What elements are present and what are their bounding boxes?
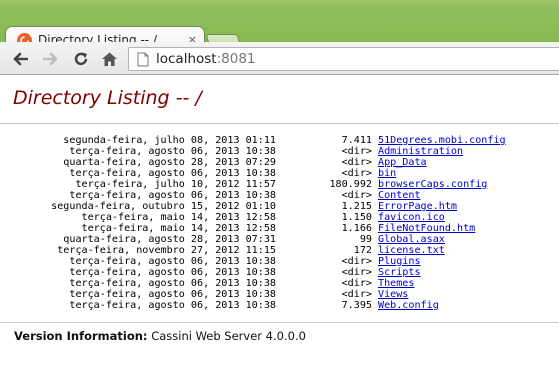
- address-bar[interactable]: localhost:8081: [128, 47, 559, 71]
- page-content: Directory Listing -- / segunda-feira, ju…: [0, 75, 559, 379]
- listing-row: quarta-feira, agosto 28, 2013 07:29 <dir>…: [14, 157, 506, 168]
- entry-link[interactable]: Scripts: [378, 267, 421, 278]
- entry-size: <dir>: [341, 267, 372, 278]
- entry-date: terça-feira, maio 14, 2013 12:58: [81, 223, 276, 234]
- listing-row: segunda-feira, outubro 15, 2012 01:10 1.2…: [14, 201, 506, 212]
- listing-row: quarta-feira, agosto 28, 2013 07:31 99 Glo…: [14, 234, 506, 245]
- listing-row: terça-feira, agosto 06, 2013 10:38 <dir> A…: [14, 146, 506, 157]
- listing-row: terça-feira, agosto 06, 2013 10:38 <dir> V…: [14, 289, 506, 300]
- window-frame: [0, 0, 559, 12]
- listing-row: terça-feira, maio 14, 2013 12:58 1.150 fav…: [14, 212, 506, 223]
- entry-size: 1.150: [341, 212, 372, 223]
- entry-date: terça-feira, agosto 06, 2013 10:38: [69, 146, 276, 157]
- entry-date: terça-feira, agosto 06, 2013 10:38: [69, 289, 276, 300]
- entry-date: terça-feira, julho 10, 2012 11:57: [75, 179, 276, 190]
- entry-size: <dir>: [341, 146, 372, 157]
- entry-link[interactable]: Web.config: [378, 300, 439, 311]
- listing-row: terça-feira, agosto 06, 2013 10:38 <dir> T…: [14, 278, 506, 289]
- entry-date: terça-feira, novembro 27, 2012 11:15: [57, 245, 276, 256]
- listing-row: terça-feira, agosto 06, 2013 10:38 7.395 W…: [14, 300, 506, 311]
- back-arrow-icon[interactable]: [11, 50, 29, 68]
- entry-size: 7.411: [341, 135, 372, 146]
- version-label: Version Information:: [14, 329, 148, 343]
- entry-size: <dir>: [341, 157, 372, 168]
- entry-size: 180.992: [329, 179, 372, 190]
- listing-row: terça-feira, agosto 06, 2013 10:38 <dir> b…: [14, 168, 506, 179]
- entry-date: quarta-feira, agosto 28, 2013 07:31: [63, 234, 276, 245]
- entry-link[interactable]: Global.asax: [378, 234, 445, 245]
- listing-row: terça-feira, agosto 06, 2013 10:38 <dir> S…: [14, 267, 506, 278]
- entry-size: 7.395: [341, 300, 372, 311]
- top-divider: [0, 123, 559, 124]
- address-url[interactable]: localhost:8081: [156, 51, 256, 67]
- listing-row: terça-feira, julho 10, 2012 11:57 180.992…: [14, 179, 506, 190]
- tab-strip: Directory Listing -- / ×: [0, 12, 559, 54]
- entry-link[interactable]: license.txt: [378, 245, 445, 256]
- version-information: Version Information: Cassini Web Server …: [14, 329, 306, 343]
- entry-link[interactable]: Administration: [378, 146, 463, 157]
- page-icon: [137, 52, 149, 71]
- reload-icon[interactable]: [72, 50, 90, 68]
- home-icon[interactable]: [100, 50, 118, 68]
- entry-link[interactable]: Themes: [378, 278, 414, 289]
- listing-row: terça-feira, agosto 06, 2013 10:38 <dir> C…: [14, 190, 506, 201]
- entry-size: 172: [353, 245, 372, 256]
- entry-size: <dir>: [341, 168, 372, 179]
- browser-toolbar: localhost:8081: [0, 42, 559, 75]
- entry-date: terça-feira, agosto 06, 2013 10:38: [69, 267, 276, 278]
- entry-size: <dir>: [341, 256, 372, 267]
- entry-link[interactable]: browserCaps.config: [378, 179, 487, 190]
- listing-row: terça-feira, agosto 06, 2013 10:38 <dir> P…: [14, 256, 506, 267]
- entry-link[interactable]: Content: [378, 190, 421, 201]
- entry-date: segunda-feira, julho 08, 2013 01:11: [63, 135, 276, 146]
- entry-link[interactable]: FileNotFound.htm: [378, 223, 475, 234]
- url-port: :8081: [216, 51, 256, 67]
- entry-date: terça-feira, agosto 06, 2013 10:38: [69, 278, 276, 289]
- entry-size: <dir>: [341, 278, 372, 289]
- entry-link[interactable]: Plugins: [378, 256, 421, 267]
- entry-date: terça-feira, agosto 06, 2013 10:38: [69, 300, 276, 311]
- entry-size: <dir>: [341, 289, 372, 300]
- entry-link[interactable]: App_Data: [378, 157, 427, 168]
- entry-size: <dir>: [341, 190, 372, 201]
- entry-size: 99: [359, 234, 372, 245]
- entry-link[interactable]: favicon.ico: [378, 212, 445, 223]
- entry-size: 1.215: [341, 201, 372, 212]
- forward-arrow-icon[interactable]: [42, 50, 60, 68]
- entry-date: terça-feira, agosto 06, 2013 10:38: [69, 256, 276, 267]
- listing-row: terça-feira, maio 14, 2013 12:58 1.166 Fil…: [14, 223, 506, 234]
- entry-date: quarta-feira, agosto 28, 2013 07:29: [63, 157, 276, 168]
- entry-link[interactable]: ErrorPage.htm: [378, 201, 457, 212]
- listing-row: segunda-feira, julho 08, 2013 01:11 7.411…: [14, 135, 506, 146]
- version-value: Cassini Web Server 4.0.0.0: [151, 329, 306, 343]
- entry-date: terça-feira, agosto 06, 2013 10:38: [69, 190, 276, 201]
- entry-date: segunda-feira, outubro 15, 2012 01:10: [51, 201, 276, 212]
- listing-row: terça-feira, novembro 27, 2012 11:15 172 l…: [14, 245, 506, 256]
- entry-date: terça-feira, agosto 06, 2013 10:38: [69, 168, 276, 179]
- page-title: Directory Listing -- /: [13, 87, 202, 109]
- entry-link[interactable]: bin: [378, 168, 396, 179]
- entry-link[interactable]: Views: [378, 289, 408, 300]
- entry-date: terça-feira, maio 14, 2013 12:58: [81, 212, 276, 223]
- directory-listing: segunda-feira, julho 08, 2013 01:11 7.411…: [14, 135, 506, 311]
- url-host: localhost: [156, 51, 217, 67]
- bottom-divider: [0, 322, 559, 323]
- entry-link[interactable]: 51Degrees.mobi.config: [378, 135, 506, 146]
- entry-size: 1.166: [341, 223, 372, 234]
